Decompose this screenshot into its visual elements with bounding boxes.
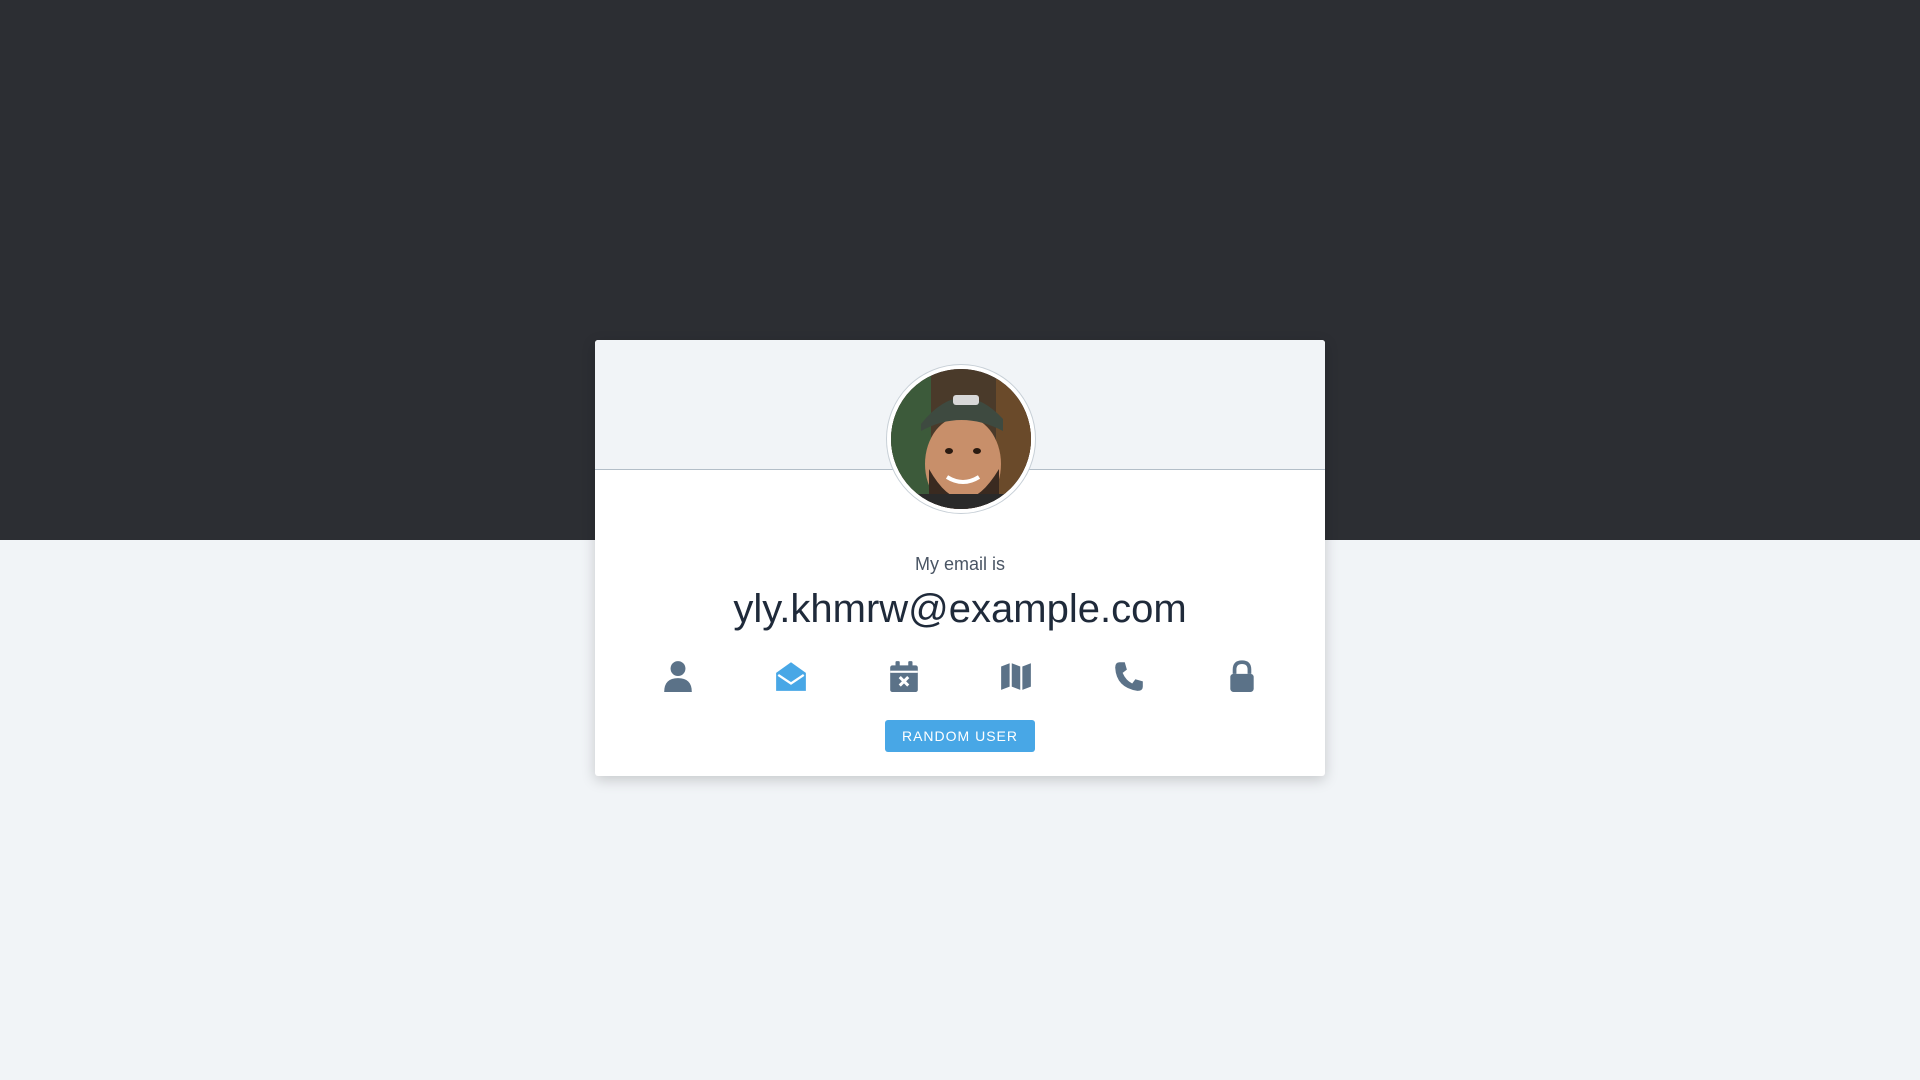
phone-icon[interactable] bbox=[1106, 653, 1152, 699]
user-card: My email is yly.khmrw@example.com RANDOM… bbox=[595, 340, 1325, 776]
field-value: yly.khmrw@example.com bbox=[733, 587, 1187, 631]
user-icon[interactable] bbox=[655, 653, 701, 699]
map-icon[interactable] bbox=[993, 653, 1039, 699]
envelope-open-icon[interactable] bbox=[768, 653, 814, 699]
icon-row bbox=[655, 653, 1265, 699]
avatar bbox=[887, 365, 1035, 513]
field-label: My email is bbox=[914, 554, 1005, 574]
random-user-button[interactable]: RANDOM USER bbox=[885, 720, 1035, 752]
lock-icon[interactable] bbox=[1219, 653, 1265, 699]
calendar-x-icon[interactable] bbox=[881, 653, 927, 699]
